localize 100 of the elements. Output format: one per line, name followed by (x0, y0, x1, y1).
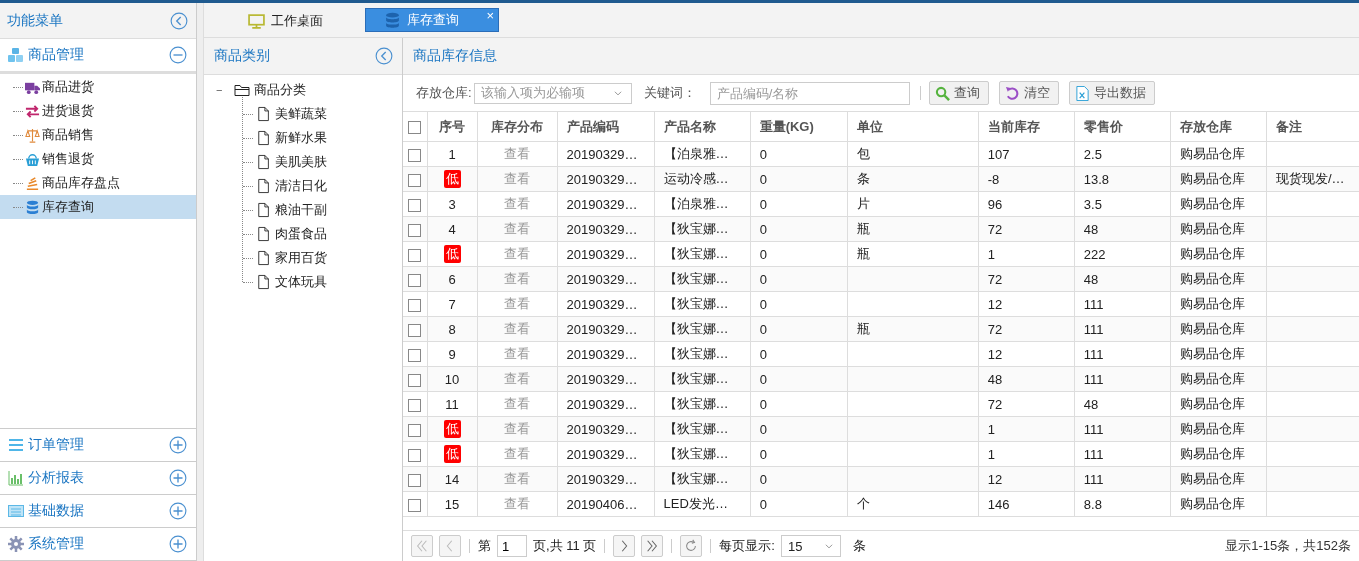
checkbox[interactable] (408, 173, 422, 187)
section-header[interactable]: 基础数据 (0, 495, 196, 527)
table-cell: 购易品仓库 (1179, 446, 1245, 461)
checkbox[interactable] (408, 498, 422, 512)
table-cell: 107 (987, 146, 1010, 162)
tree-node[interactable]: 美鲜蔬菜 (275, 105, 327, 123)
tree-node[interactable]: 文体玩具 (275, 273, 327, 291)
page-size-select[interactable]: 15 (780, 535, 841, 557)
next-page-button[interactable] (613, 535, 636, 557)
checkbox[interactable] (408, 423, 422, 437)
table-cell: 0 (759, 321, 767, 337)
table-cell: 111 (1083, 471, 1104, 487)
tree-node[interactable]: 清洁日化 (275, 177, 327, 195)
checkbox[interactable] (408, 148, 422, 162)
collapse-toggle[interactable]: − (216, 84, 230, 96)
checkbox[interactable] (408, 348, 422, 362)
menu-item[interactable]: 进货退货 (0, 99, 196, 123)
checkbox[interactable] (408, 121, 422, 135)
table-cell: 9 (448, 346, 456, 362)
table-cell: 瓶 (856, 246, 870, 261)
column-header[interactable]: 产品编码 (557, 112, 655, 142)
file-icon (257, 106, 271, 122)
checkbox[interactable] (408, 273, 422, 287)
undo-icon (1004, 85, 1020, 101)
tree-node[interactable]: 新鲜水果 (275, 129, 327, 147)
table-cell: 0 (759, 271, 767, 287)
settings-icon (8, 536, 24, 552)
column-header[interactable]: 零售价 (1074, 112, 1171, 142)
tree-node[interactable]: 家用百货 (275, 249, 327, 267)
tree-node[interactable]: 美肌美肤 (275, 153, 327, 171)
pager-label: 条 (852, 537, 866, 555)
checkbox[interactable] (408, 298, 422, 312)
collapse-icon[interactable] (170, 11, 188, 30)
table-cell: 96 (987, 196, 1003, 212)
expand-icon (169, 535, 187, 553)
table-cell: 20190329… (566, 271, 638, 287)
table-cell: 111 (1083, 321, 1104, 337)
table-cell: 72 (987, 221, 1003, 237)
checkbox[interactable] (408, 448, 422, 462)
table-cell: 购易品仓库 (1179, 371, 1245, 386)
checkbox[interactable] (408, 248, 422, 262)
checkbox[interactable] (408, 323, 422, 337)
table-cell: 购易品仓库 (1179, 346, 1245, 361)
tree-node[interactable]: 商品分类 (254, 81, 306, 99)
table-cell: 111 (1083, 346, 1104, 362)
table-cell: 8.8 (1083, 496, 1102, 512)
tree-node[interactable]: 粮油干副 (275, 201, 327, 219)
table-cell: 20190329… (566, 171, 638, 187)
last-page-button[interactable] (641, 535, 664, 557)
table-cell: 14 (444, 471, 460, 487)
table-cell: 20190329… (566, 246, 638, 262)
keyword-field[interactable]: 产品编码/名称 (709, 81, 910, 105)
checkbox[interactable] (408, 223, 422, 237)
table-cell: 0 (759, 296, 767, 312)
menu-item[interactable]: 商品库存盘点 (0, 171, 196, 195)
column-header[interactable]: 存放仓库 (1170, 112, 1267, 142)
checkbox[interactable] (408, 373, 422, 387)
section-header[interactable]: 商品管理 (0, 39, 196, 74)
section-header[interactable]: 订单管理 (0, 429, 196, 461)
table-cell: 0 (759, 221, 767, 237)
field-label: 存放仓库: (416, 84, 472, 102)
menu-item[interactable]: 库存查询 (0, 195, 196, 219)
section-header[interactable]: 分析报表 (0, 462, 196, 494)
toolbar-button[interactable]: 清空 (998, 81, 1059, 105)
menu-item[interactable]: 销售退货 (0, 147, 196, 171)
table-cell: 3.5 (1083, 196, 1102, 212)
table-cell: 222 (1083, 246, 1106, 262)
checkbox[interactable] (408, 198, 422, 212)
page-number-field[interactable]: 1 (497, 535, 527, 557)
checkbox[interactable] (408, 473, 422, 487)
file-icon (257, 226, 271, 242)
collapse-icon (169, 46, 187, 64)
table-cell: 0 (759, 246, 767, 262)
collapse-icon[interactable] (375, 47, 393, 65)
table-cell: 146 (987, 496, 1010, 512)
monitor-icon (248, 12, 265, 30)
table-cell: 20190329… (566, 196, 638, 212)
table-cell: 购易品仓库 (1179, 146, 1245, 161)
pager-label: 每页显示: (719, 537, 775, 555)
checkbox[interactable] (408, 398, 422, 412)
column-header[interactable]: 序号 (427, 112, 477, 142)
table-cell: 瓶 (856, 221, 870, 236)
column-header[interactable]: 重量(KG) (750, 112, 848, 142)
table-cell: 7 (448, 296, 456, 312)
column-header[interactable]: 当前库存 (978, 112, 1075, 142)
column-header[interactable]: 产品名称 (654, 112, 751, 142)
menu-item[interactable]: 商品销售 (0, 123, 196, 147)
bar-chart-icon (8, 470, 24, 486)
table-cell: 3 (448, 196, 456, 212)
column-header[interactable]: 单位 (847, 112, 979, 142)
section-header[interactable]: 系统管理 (0, 528, 196, 560)
menu-item[interactable]: 商品进货 (0, 75, 196, 99)
column-header[interactable]: 库存分布 (477, 112, 558, 142)
table-cell: 【狄宝娜… (663, 371, 729, 386)
toolbar-button[interactable]: 导出数据 (1068, 81, 1155, 105)
refresh-button[interactable] (680, 535, 703, 557)
table-cell: 1 (448, 146, 456, 162)
tab[interactable]: 工作桌面 (240, 10, 331, 32)
toolbar-button[interactable]: 查询 (928, 81, 989, 105)
tree-node[interactable]: 肉蛋食品 (275, 225, 327, 243)
